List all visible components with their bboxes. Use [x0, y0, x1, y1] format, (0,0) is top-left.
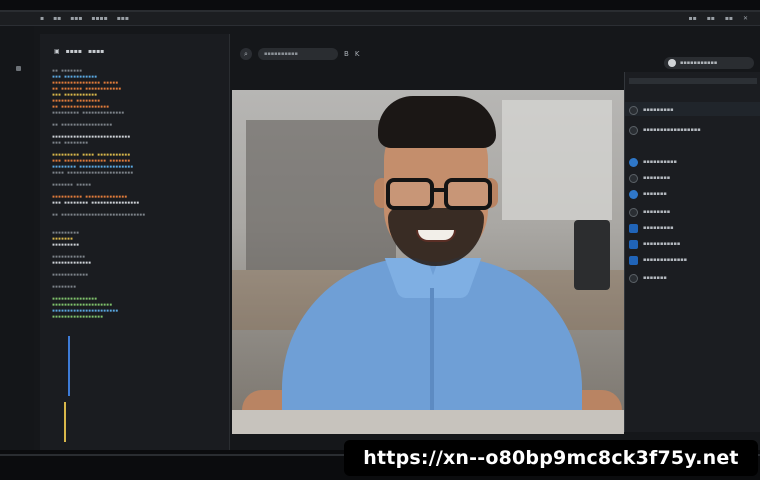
menu-status-area: ▪▪ ▪▪ ▪▪ ✕ — [689, 15, 748, 22]
sidebar-header — [629, 78, 757, 84]
avatar — [668, 59, 676, 67]
status-item: ▪▪ — [706, 15, 715, 22]
sidebar-item[interactable]: ▪▪▪▪▪▪▪▪ — [629, 206, 759, 218]
status-item: ▪▪ — [688, 15, 697, 22]
code-line: ▪▪▪▪▪▪▪▪▪▪▪▪▪▪▪▪▪ — [52, 314, 104, 320]
app-icon — [629, 255, 638, 265]
code-editor-panel: ▣ ▪▪▪▪ ▪▪▪▪ ▪▪ ▪▪▪▪▪▪▪ ▪▪▪ ▪▪▪▪▪▪▪▪▪▪▪ ▪… — [40, 34, 230, 452]
person-smile — [416, 230, 456, 242]
menu-bar: ▪ ▪▪ ▪▪▪ ▪▪▪▪ ▪▪▪ ▪▪ ▪▪ ▪▪ ✕ — [0, 12, 760, 26]
sidebar-item[interactable]: ▪▪▪▪▪▪▪▪▪▪▪ — [629, 238, 759, 250]
menu-item[interactable]: ▪▪▪ — [70, 15, 82, 22]
menu-items: ▪ ▪▪ ▪▪▪ ▪▪▪▪ ▪▪▪ — [0, 15, 129, 22]
sidebar-item[interactable]: ▪▪▪▪▪▪▪▪▪▪▪▪▪▪▪▪▪ — [629, 124, 759, 136]
sidebar-item[interactable]: ▪▪▪▪▪▪▪ — [629, 272, 759, 284]
menu-item[interactable]: ▪▪▪▪ — [91, 15, 107, 22]
file-icon[interactable]: ▣ — [54, 48, 60, 55]
app-icon — [629, 105, 638, 115]
activity-icon[interactable] — [16, 66, 21, 71]
glasses-lens — [444, 178, 492, 210]
activity-bar — [0, 26, 34, 452]
watermark-url: https://xn--o80bp9mc8ck3f75y.net — [363, 447, 739, 469]
app-icon — [629, 125, 638, 135]
glasses — [386, 178, 496, 212]
desk — [232, 410, 624, 434]
sidebar-item-label: ▪▪▪▪▪▪▪ — [643, 275, 667, 281]
person — [232, 90, 624, 434]
sidebar-item-label: ▪▪▪▪▪▪▪▪ — [643, 209, 671, 215]
glasses-lens — [386, 178, 434, 210]
menu-item[interactable]: ▪▪▪ — [117, 15, 129, 22]
account-label: ▪▪▪▪▪▪▪▪▪▪▪ — [680, 60, 718, 66]
menu-item[interactable]: ▪ — [40, 15, 44, 22]
app-icon — [629, 173, 638, 183]
app-icon — [629, 273, 638, 283]
sidebar-item[interactable]: ▪▪▪▪▪▪▪▪▪ — [629, 222, 759, 234]
video-feed[interactable] — [232, 90, 624, 434]
monitor-screen: ▪ ▪▪ ▪▪▪ ▪▪▪▪ ▪▪▪ ▪▪ ▪▪ ▪▪ ✕ ▣ ▪▪▪▪ ▪▪▪▪… — [0, 10, 760, 452]
app-icon — [629, 189, 638, 199]
app-icon — [629, 207, 638, 217]
code-area[interactable]: ▪▪ ▪▪▪▪▪▪▪ ▪▪▪ ▪▪▪▪▪▪▪▪▪▪▪ ▪▪▪▪▪▪▪▪▪▪▪▪▪… — [52, 68, 227, 320]
sidebar-item-label: ▪▪▪▪▪▪▪▪▪▪▪▪▪▪▪▪▪ — [643, 127, 701, 133]
selection-marker — [68, 336, 70, 396]
person-hair — [378, 96, 496, 148]
editor-tab[interactable]: ▪▪▪▪ — [88, 48, 104, 55]
video-toolbar: ⌕ ▪▪▪▪▪▪▪▪▪▪ B K — [240, 46, 620, 62]
sidebar-item-label: ▪▪▪▪▪▪▪▪ — [643, 175, 671, 181]
watermark-banner: https://xn--o80bp9mc8ck3f75y.net — [344, 440, 758, 476]
app-icon — [629, 223, 638, 233]
sidebar-item-label: ▪▪▪▪▪▪▪▪▪▪▪ — [643, 241, 681, 247]
menu-item[interactable]: ▪▪ — [53, 15, 61, 22]
sidebar-item[interactable]: ▪▪▪▪▪▪▪▪▪▪▪▪▪ — [629, 254, 759, 266]
bold-icon[interactable]: B — [344, 50, 349, 58]
person-shirt — [282, 258, 582, 434]
close-icon[interactable]: ✕ — [743, 15, 748, 22]
italic-icon[interactable]: K — [355, 50, 360, 58]
app-icon — [629, 239, 638, 249]
search-input[interactable]: ▪▪▪▪▪▪▪▪▪▪ — [258, 48, 338, 60]
sidebar-item-label: ▪▪▪▪▪▪▪▪▪ — [643, 107, 674, 113]
sidebar-item-label: ▪▪▪▪▪▪▪▪▪▪ — [643, 159, 677, 165]
account-pill[interactable]: ▪▪▪▪▪▪▪▪▪▪▪ — [664, 57, 754, 69]
status-item: ▪▪ — [724, 15, 733, 22]
selection-marker — [64, 402, 66, 442]
sidebar-item[interactable]: ▪▪▪▪▪▪▪▪▪ — [629, 104, 759, 116]
sidebar-item-label: ▪▪▪▪▪▪▪▪▪ — [643, 225, 674, 231]
sidebar-item[interactable]: ▪▪▪▪▪▪▪▪▪▪ — [629, 156, 759, 168]
sidebar-item[interactable]: ▪▪▪▪▪▪▪ — [629, 188, 759, 200]
search-icon[interactable]: ⌕ — [240, 48, 252, 60]
sidebar-item-label: ▪▪▪▪▪▪▪▪▪▪▪▪▪ — [643, 257, 688, 263]
editor-tabs: ▣ ▪▪▪▪ ▪▪▪▪ — [54, 48, 104, 55]
right-sidebar: ▪▪▪▪▪▪▪▪▪ ▪▪▪▪▪▪▪▪▪▪▪▪▪▪▪▪▪ ▪▪▪▪▪▪▪▪▪▪ ▪… — [624, 72, 760, 432]
app-icon — [629, 157, 638, 167]
sidebar-item-label: ▪▪▪▪▪▪▪ — [643, 191, 667, 197]
sidebar-item[interactable]: ▪▪▪▪▪▪▪▪ — [629, 172, 759, 184]
editor-tab[interactable]: ▪▪▪▪ — [66, 48, 82, 55]
